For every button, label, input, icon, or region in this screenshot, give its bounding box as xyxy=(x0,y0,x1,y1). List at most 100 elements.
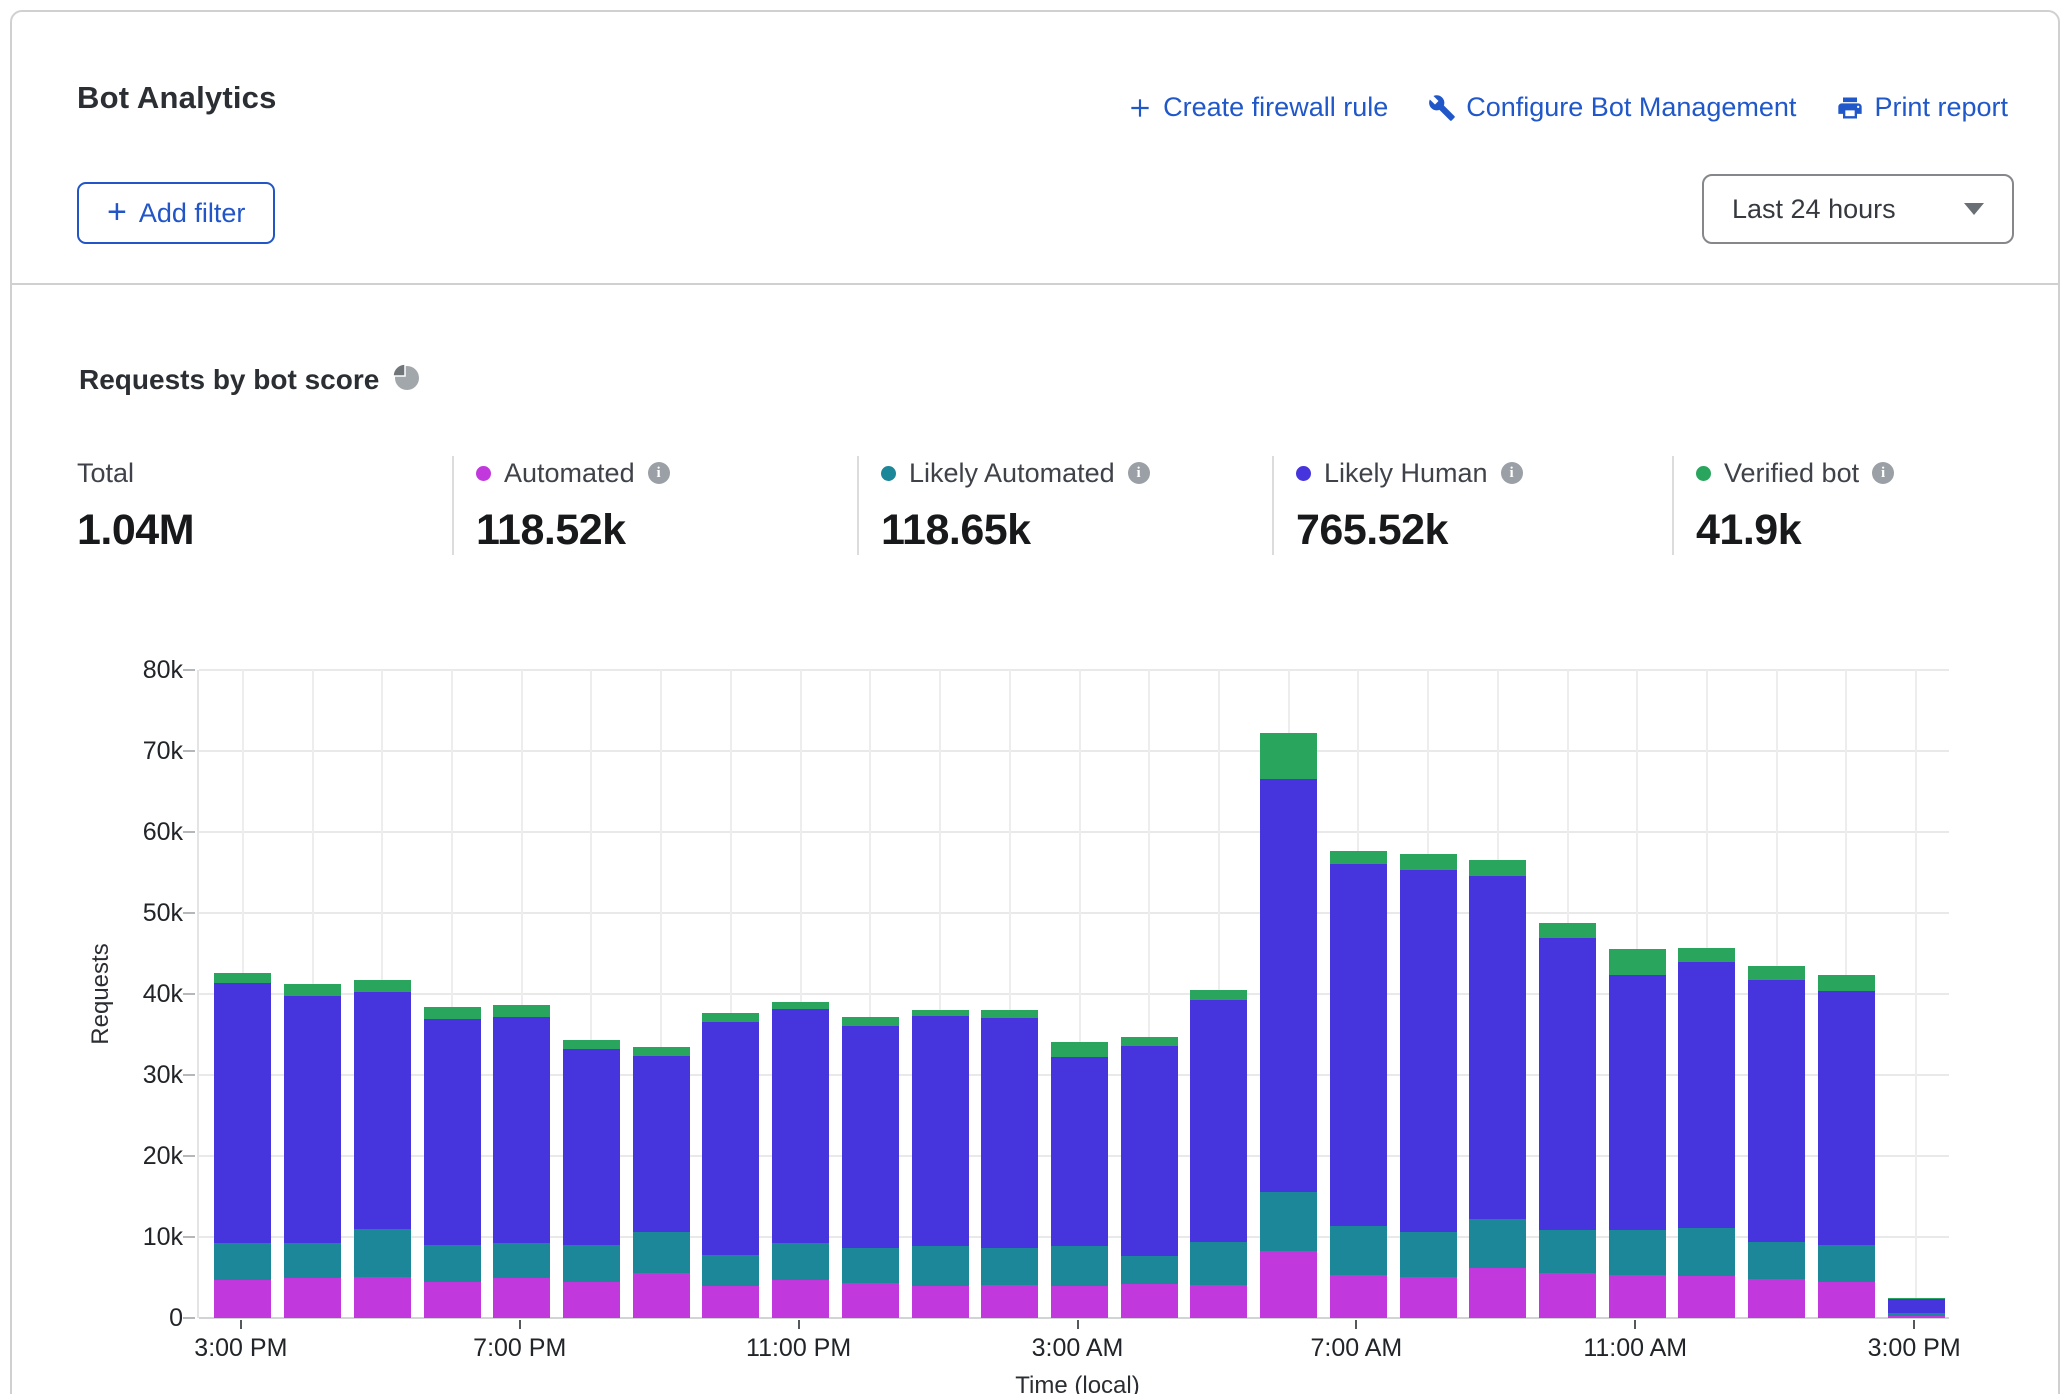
bar-segment-automated xyxy=(1888,1316,1945,1318)
bar-segment-automated xyxy=(1051,1286,1108,1318)
info-icon[interactable]: i xyxy=(1501,462,1523,484)
bar-segment-automated xyxy=(214,1280,271,1318)
y-tick-mark xyxy=(183,1317,195,1319)
bar-segment-automated xyxy=(981,1285,1038,1318)
verified-bot-dot-icon xyxy=(1696,466,1711,481)
likely-human-dot-icon xyxy=(1296,466,1311,481)
stat-verified-bot: Verified bot i 41.9k xyxy=(1672,456,2022,555)
bot-analytics-page: Bot Analytics Create firewall rule Confi… xyxy=(0,0,2070,1394)
stat-total-value: 1.04M xyxy=(77,506,432,555)
bar-segment-automated xyxy=(912,1286,969,1318)
time-range-value: Last 24 hours xyxy=(1732,194,1964,225)
add-filter-button[interactable]: + Add filter xyxy=(77,182,275,244)
bar-segment-automated xyxy=(1609,1275,1666,1318)
x-tick-label: 7:00 AM xyxy=(1286,1334,1426,1363)
y-tick-label: 20k xyxy=(93,1141,183,1171)
x-tick-label: 3:00 PM xyxy=(171,1334,311,1363)
x-tick-mark xyxy=(1913,1320,1915,1329)
print-report-link[interactable]: Print report xyxy=(1836,92,2008,123)
stat-likely-human: Likely Human i 765.52k xyxy=(1272,456,1672,555)
plus-icon: + xyxy=(107,195,127,229)
add-filter-label: Add filter xyxy=(139,198,246,229)
create-firewall-rule-link[interactable]: Create firewall rule xyxy=(1127,92,1388,123)
x-tick-mark xyxy=(1077,1320,1079,1329)
stat-likely-automated-value: 118.65k xyxy=(881,506,1252,555)
bar-segment-automated xyxy=(772,1280,829,1318)
y-tick-label: 0 xyxy=(93,1303,183,1333)
y-tick-mark xyxy=(183,1236,195,1238)
y-tick-label: 70k xyxy=(93,736,183,766)
x-tick-mark xyxy=(240,1320,242,1329)
pie-chart-icon xyxy=(393,364,420,396)
y-tick-mark xyxy=(183,831,195,833)
printer-icon xyxy=(1836,94,1864,122)
y-tick-mark xyxy=(183,1074,195,1076)
stat-total-label: Total xyxy=(77,458,134,489)
info-icon[interactable]: i xyxy=(1128,462,1150,484)
y-tick-mark xyxy=(183,750,195,752)
bar-segment-automated xyxy=(1748,1279,1805,1318)
wrench-icon xyxy=(1428,94,1456,122)
x-tick-label: 11:00 AM xyxy=(1565,1334,1705,1363)
requests-chart: Requests 010k20k30k40k50k60k70k80k 3:00 … xyxy=(0,640,2070,1394)
section-title: Requests by bot score xyxy=(79,364,379,396)
x-tick-mark xyxy=(798,1320,800,1329)
x-axis-title: Time (local) xyxy=(1008,1372,1148,1394)
bar-segment-automated xyxy=(1469,1268,1526,1318)
y-tick-mark xyxy=(183,993,195,995)
y-tick-label: 40k xyxy=(93,979,183,1009)
bar-segment-automated xyxy=(1818,1282,1875,1318)
y-tick-label: 50k xyxy=(93,898,183,928)
y-tick-label: 10k xyxy=(93,1222,183,1252)
bar-segment-automated xyxy=(563,1282,620,1318)
plus-icon xyxy=(1127,95,1153,121)
y-tick-label: 30k xyxy=(93,1060,183,1090)
section-header: Requests by bot score xyxy=(79,364,420,396)
plot-area xyxy=(197,670,1949,1318)
x-tick-mark xyxy=(1634,1320,1636,1329)
x-tick-mark xyxy=(1355,1320,1357,1329)
bar-segment-automated xyxy=(1190,1285,1247,1318)
y-tick-mark xyxy=(183,1155,195,1157)
gridline-v xyxy=(1915,670,1917,1318)
configure-bot-management-label: Configure Bot Management xyxy=(1466,92,1796,123)
configure-bot-management-link[interactable]: Configure Bot Management xyxy=(1428,92,1796,123)
x-tick-label: 3:00 PM xyxy=(1844,1334,1984,1363)
likely-automated-dot-icon xyxy=(881,466,896,481)
stat-verified-bot-value: 41.9k xyxy=(1696,506,2002,555)
stat-likely-automated-label: Likely Automated xyxy=(909,458,1115,489)
automated-dot-icon xyxy=(476,466,491,481)
y-tick-mark xyxy=(183,912,195,914)
bar-segment-automated xyxy=(842,1283,899,1318)
stat-automated-label: Automated xyxy=(504,458,635,489)
time-range-select[interactable]: Last 24 hours xyxy=(1702,174,2014,244)
x-tick-label: 7:00 PM xyxy=(450,1334,590,1363)
bar-segment-automated xyxy=(284,1278,341,1318)
info-icon[interactable]: i xyxy=(648,462,670,484)
bar-segment-automated xyxy=(1539,1273,1596,1318)
x-tick-label: 11:00 PM xyxy=(729,1334,869,1363)
chevron-down-icon xyxy=(1964,203,1984,215)
bar-segment-automated xyxy=(1121,1284,1178,1318)
gridline-h xyxy=(199,669,1949,671)
bar-segment-automated xyxy=(424,1282,481,1318)
gridline-h xyxy=(199,750,1949,752)
gridline-h xyxy=(199,831,1949,833)
x-tick-label: 3:00 AM xyxy=(1008,1334,1148,1363)
stat-total: Total 1.04M xyxy=(77,456,452,555)
bar-segment-automated xyxy=(354,1277,411,1318)
y-tick-mark xyxy=(183,669,195,671)
stat-automated: Automated i 118.52k xyxy=(452,456,857,555)
info-icon[interactable]: i xyxy=(1872,462,1894,484)
page-title: Bot Analytics xyxy=(77,80,277,116)
x-tick-mark xyxy=(519,1320,521,1329)
y-tick-label: 60k xyxy=(93,817,183,847)
stat-verified-bot-label: Verified bot xyxy=(1724,458,1859,489)
stats-row: Total 1.04M Automated i 118.52k Likely A… xyxy=(77,456,2022,555)
create-firewall-rule-label: Create firewall rule xyxy=(1163,92,1388,123)
header-divider xyxy=(12,283,2058,285)
y-tick-label: 80k xyxy=(93,655,183,685)
bar-segment-automated xyxy=(1260,1251,1317,1318)
bar-segment-automated xyxy=(633,1273,690,1318)
stat-likely-human-label: Likely Human xyxy=(1324,458,1488,489)
